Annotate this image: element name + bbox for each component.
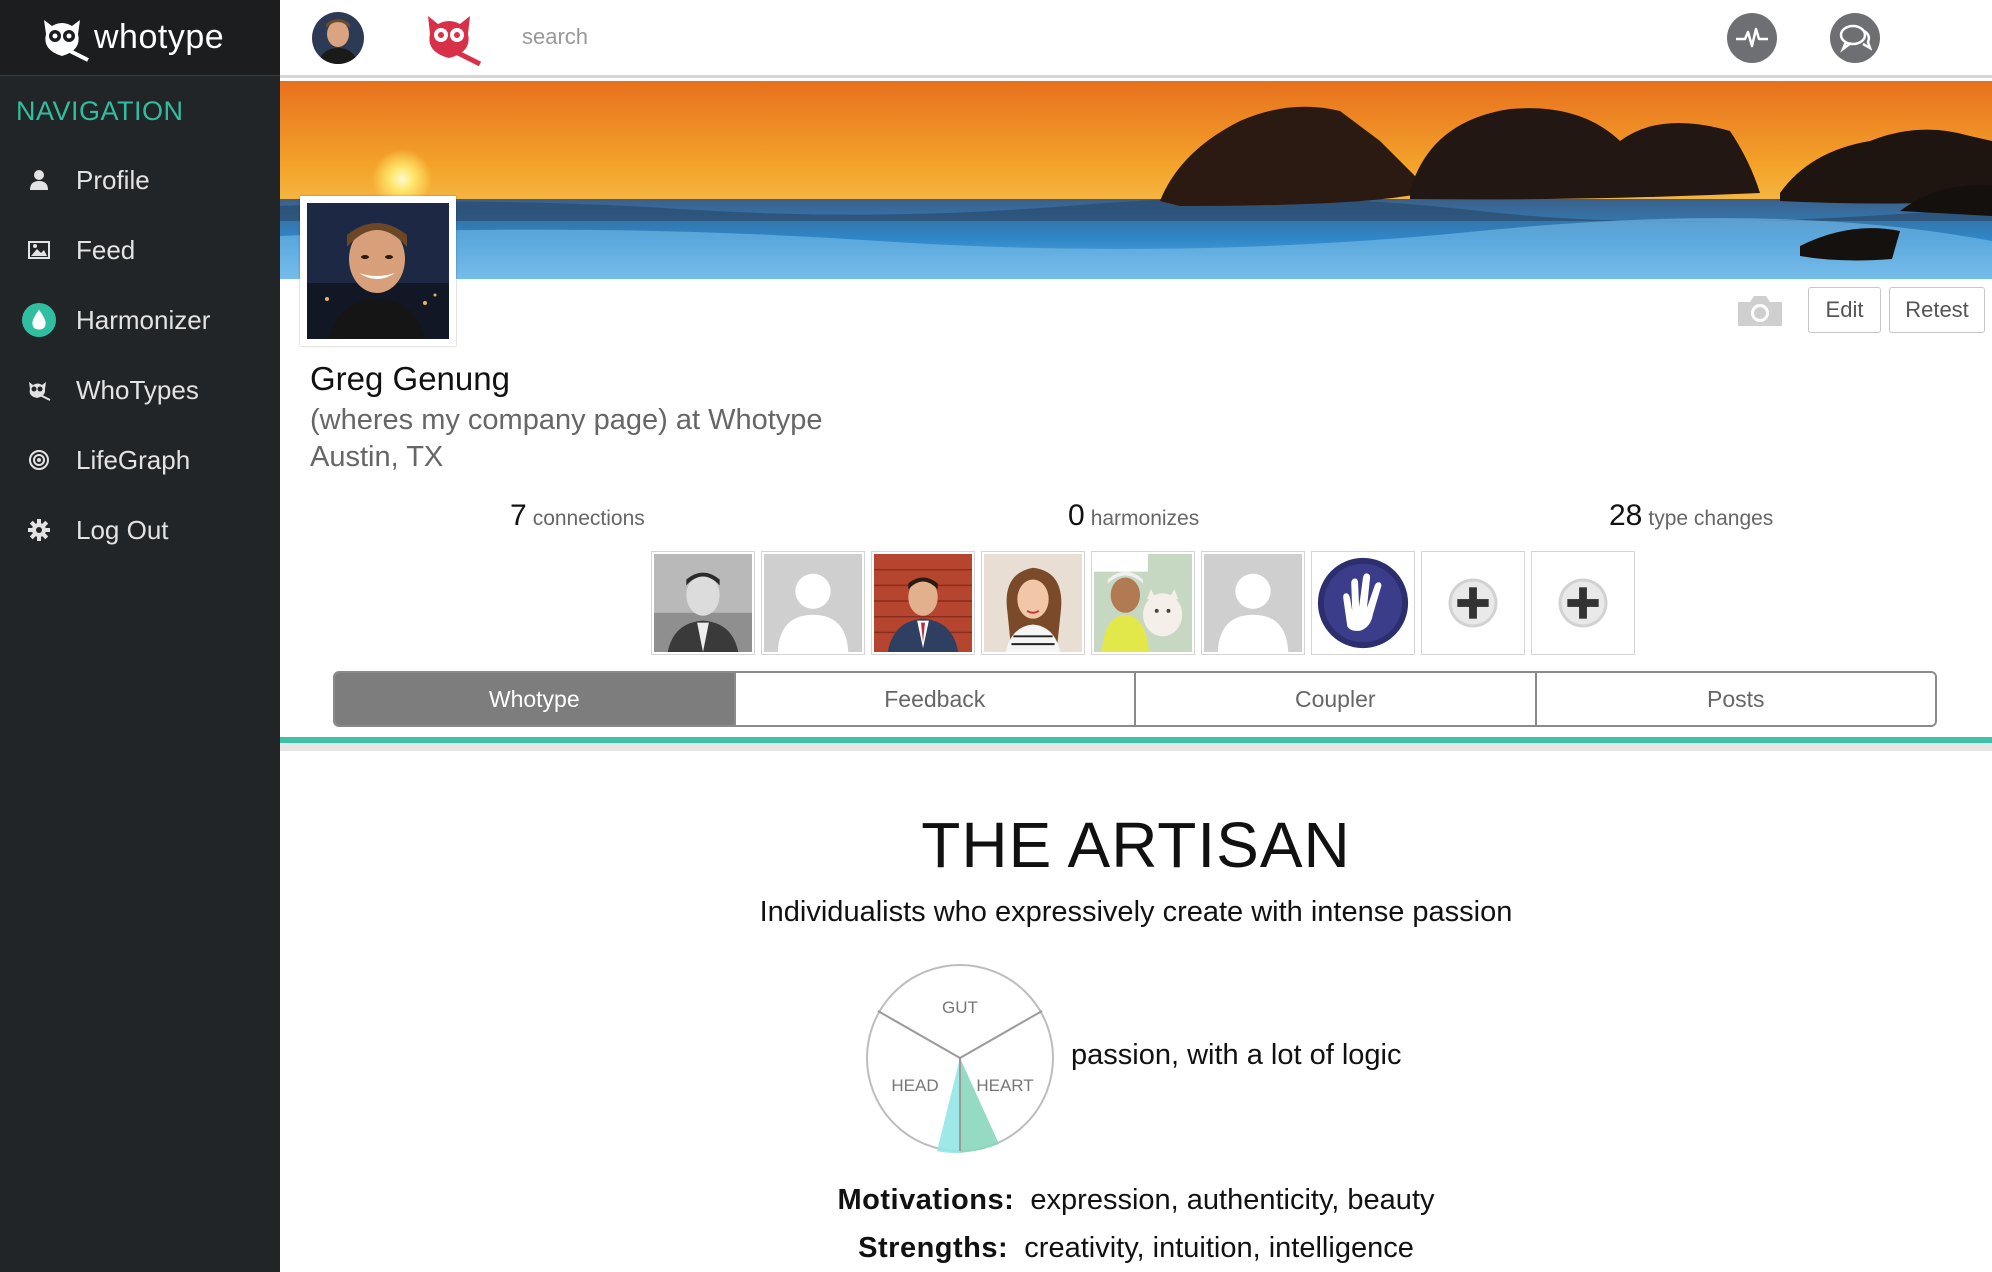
nav-list: Profile Feed Harmonizer WhoTypes LifeGra… — [0, 145, 280, 565]
nav-item-label: Profile — [76, 164, 150, 195]
owl-logo-icon[interactable] — [422, 10, 482, 67]
profile-photo[interactable] — [300, 196, 456, 346]
nav-item-whotypes[interactable]: WhoTypes — [0, 355, 280, 425]
motivations-row: Motivations: expression, authenticity, b… — [280, 1184, 1992, 1217]
profile-name: Greg Genung — [310, 360, 510, 397]
add-connection-button[interactable] — [1531, 551, 1635, 655]
stat-value: 28 — [1609, 499, 1643, 532]
nav-item-label: Harmonizer — [76, 304, 211, 335]
topbar — [280, 0, 1992, 78]
plus-icon — [1424, 554, 1522, 652]
sidebar: whotype NAVIGATION Profile Feed Harmoniz… — [0, 0, 280, 1272]
add-connection-button[interactable] — [1421, 551, 1525, 655]
logo[interactable]: whotype — [0, 0, 280, 76]
camera-button[interactable] — [1734, 292, 1786, 330]
pulse-button[interactable] — [1727, 13, 1777, 63]
camera-icon — [1738, 296, 1782, 326]
tab-feedback[interactable]: Feedback — [733, 673, 1134, 725]
stat-label: harmonizes — [1090, 507, 1200, 530]
target-icon — [22, 443, 56, 477]
tab-posts[interactable]: Posts — [1534, 673, 1935, 725]
drop-icon — [22, 303, 56, 337]
stat-label: connections — [532, 507, 645, 530]
nav-item-profile[interactable]: Profile — [0, 145, 280, 215]
owl-logo-icon — [38, 14, 92, 62]
motivations-label: Motivations: — [837, 1184, 1015, 1216]
wheel-label-head: HEAD — [891, 1076, 938, 1095]
connection-thumb-placeholder[interactable] — [1201, 551, 1305, 655]
motivations-value: expression, authenticity, beauty — [1030, 1184, 1435, 1216]
nav-item-logout[interactable]: Log Out — [0, 495, 280, 565]
wheel-label-heart: HEART — [976, 1076, 1033, 1095]
stat-value: 7 — [510, 499, 527, 532]
tab-coupler[interactable]: Coupler — [1134, 673, 1535, 725]
type-title: THE ARTISAN — [921, 809, 1351, 881]
wheel-description: passion, with a lot of logic — [1071, 1039, 1402, 1071]
nav-item-label: Feed — [76, 234, 136, 265]
profile-location: Austin, TX — [310, 441, 444, 473]
profile-tabs: Whotype Feedback Coupler Posts — [333, 671, 1937, 727]
strengths-label: Strengths: — [858, 1232, 1009, 1264]
connection-thumb-hand[interactable] — [1311, 551, 1415, 655]
stat-label: type changes — [1648, 507, 1774, 530]
retest-button[interactable]: Retest — [1889, 287, 1985, 333]
user-icon — [22, 163, 56, 197]
cover-photo — [280, 81, 1992, 279]
nav-heading: NAVIGATION — [16, 96, 184, 126]
connections-thumbnails — [651, 551, 1635, 655]
plus-icon — [1534, 554, 1632, 652]
connection-thumb[interactable] — [981, 551, 1085, 655]
chat-icon — [1839, 24, 1872, 53]
stat-value: 0 — [1068, 499, 1085, 532]
type-subtitle: Individualists who expressively create w… — [759, 896, 1513, 928]
nav-item-harmonizer[interactable]: Harmonizer — [0, 285, 280, 355]
strengths-row: Strengths: creativity, intuition, intell… — [280, 1232, 1992, 1265]
connection-thumb[interactable] — [651, 551, 755, 655]
wheel-label-gut: GUT — [942, 998, 978, 1017]
stat-type-changes[interactable]: 28 type changes — [1609, 499, 1773, 533]
avatar[interactable] — [312, 12, 364, 64]
tabs-divider-shadow — [280, 743, 1992, 751]
connection-thumb[interactable] — [871, 551, 975, 655]
profile-company[interactable]: (wheres my company page) at Whotype — [310, 404, 823, 437]
gut-head-heart-wheel: GUT HEAD HEART — [866, 964, 1054, 1153]
gear-icon — [22, 513, 56, 547]
pulse-icon — [1736, 27, 1768, 48]
connection-thumb-placeholder[interactable] — [761, 551, 865, 655]
owl-icon — [22, 373, 56, 407]
logo-text: whotype — [94, 18, 225, 56]
stat-harmonizes[interactable]: 0 harmonizes — [1068, 499, 1199, 533]
nav-item-label: LifeGraph — [76, 444, 191, 475]
stat-connections[interactable]: 7 connections — [510, 499, 645, 533]
edit-button[interactable]: Edit — [1808, 287, 1881, 333]
nav-item-label: Log Out — [76, 514, 169, 545]
tab-whotype[interactable]: Whotype — [335, 673, 734, 725]
nav-item-label: WhoTypes — [76, 374, 199, 405]
image-icon — [22, 233, 56, 267]
connection-thumb[interactable] — [1091, 551, 1195, 655]
search-input[interactable] — [522, 18, 902, 56]
chat-button[interactable] — [1830, 13, 1880, 63]
nav-item-lifegraph[interactable]: LifeGraph — [0, 425, 280, 495]
strengths-value: creativity, intuition, intelligence — [1024, 1232, 1414, 1264]
nav-item-feed[interactable]: Feed — [0, 215, 280, 285]
